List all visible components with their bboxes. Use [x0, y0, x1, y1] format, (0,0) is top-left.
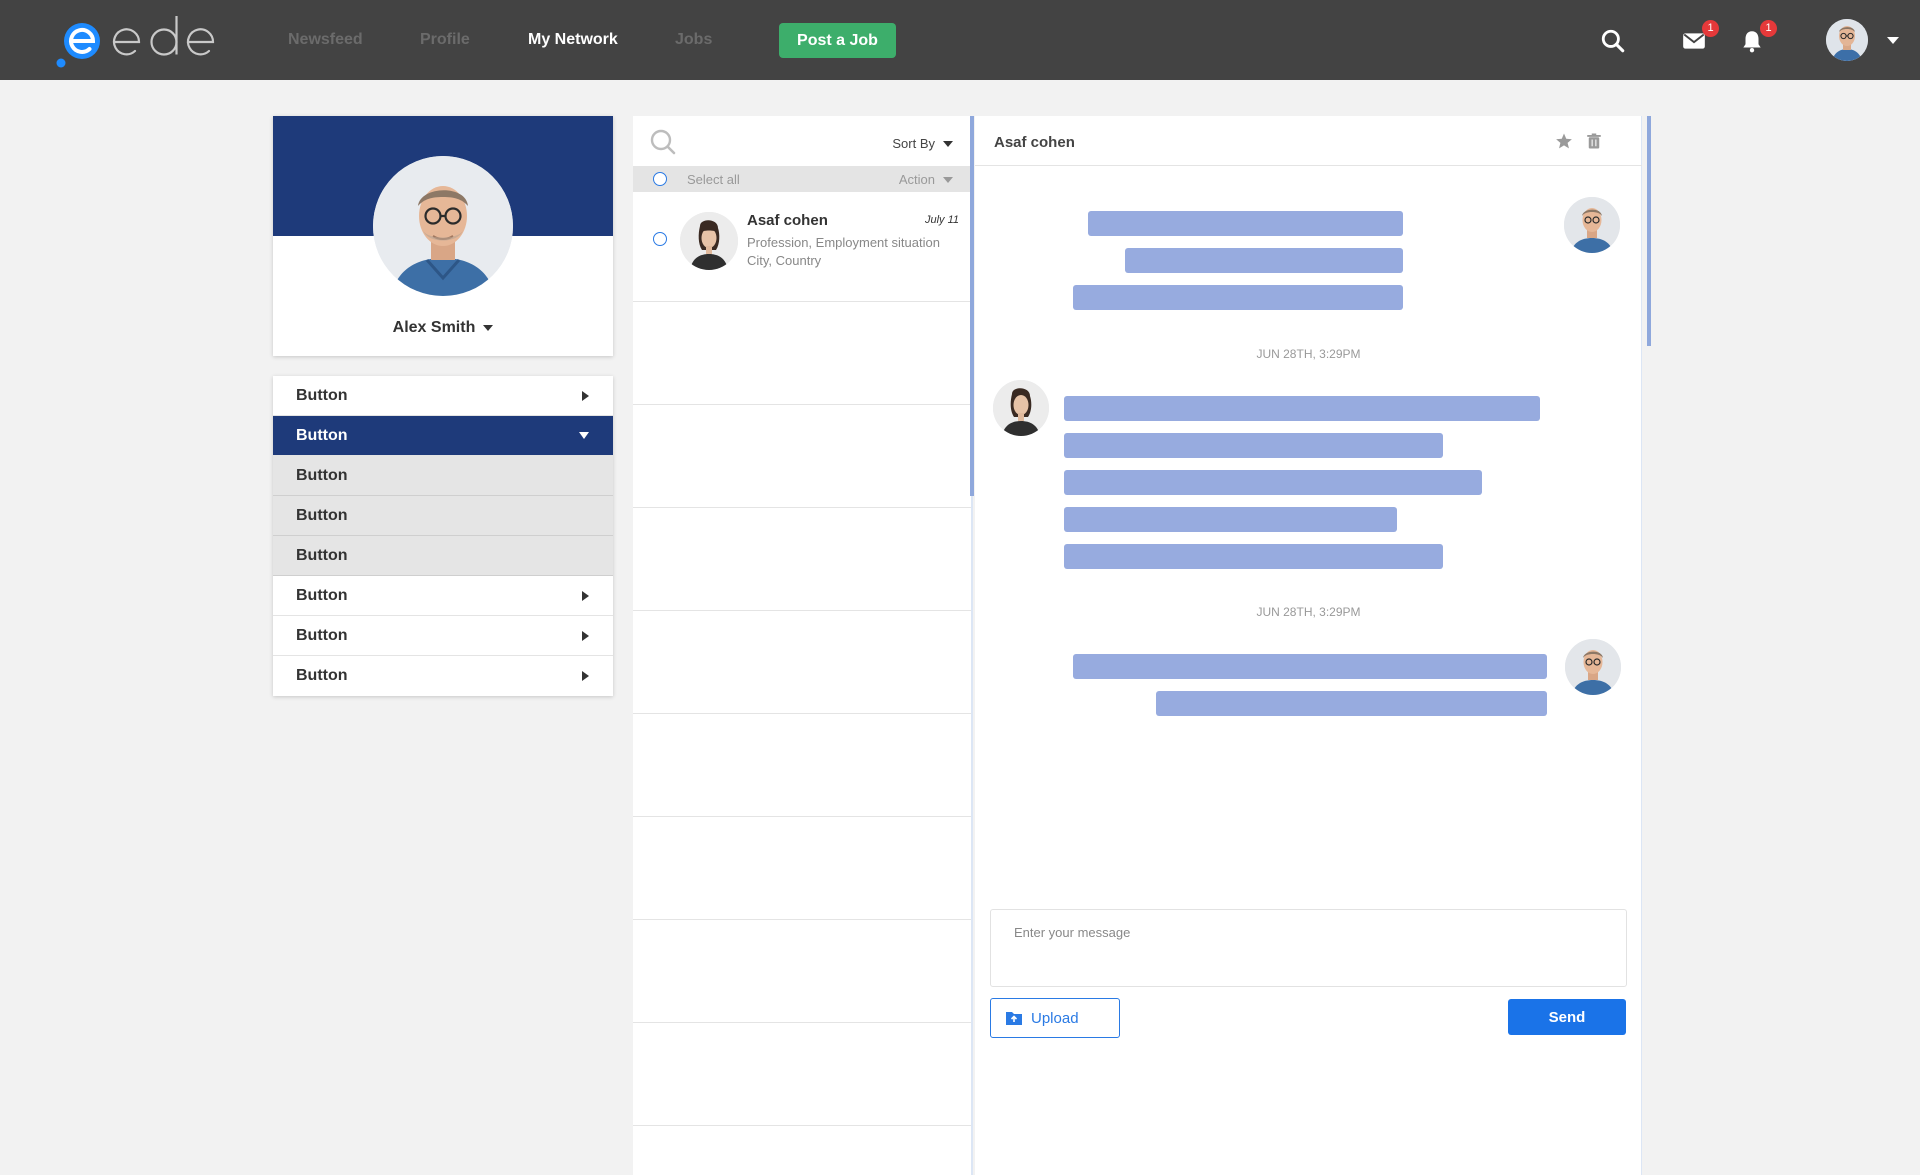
sort-by-dropdown[interactable]: Sort By [892, 136, 953, 151]
profile-name: Alex Smith [392, 319, 476, 336]
chevron-down-icon [579, 432, 589, 439]
empty-conversation-row [633, 817, 971, 920]
user-avatar[interactable] [1826, 19, 1868, 61]
conversation-name: Asaf cohen [747, 212, 828, 229]
message-bubble [1064, 507, 1397, 532]
message-bubble [1156, 691, 1547, 716]
chat-panel: Asaf cohen JUN 28TH, 3:29PM JUN 28TH, 3:… [975, 116, 1642, 1175]
message-bubble [1064, 433, 1443, 458]
sidebar-item[interactable]: Button [273, 616, 613, 656]
sidebar-subitem-label: Button [296, 466, 348, 484]
sidebar-item[interactable]: Button [273, 576, 613, 616]
user-menu-chevron-down-icon[interactable] [1887, 37, 1899, 44]
profile-name-dropdown[interactable]: Alex Smith [273, 319, 613, 337]
message-bubble [1088, 211, 1403, 236]
chevron-right-icon [582, 590, 589, 601]
nav-jobs[interactable]: Jobs [675, 31, 712, 49]
trash-icon[interactable] [1585, 132, 1603, 150]
empty-conversation-row [633, 1023, 971, 1126]
message-timestamp: JUN 28TH, 3:29PM [1256, 605, 1361, 619]
message-bubble [1064, 396, 1540, 421]
conversation-select-radio[interactable] [653, 232, 667, 246]
chat-title: Asaf cohen [994, 134, 1075, 151]
message-bubble [1064, 470, 1482, 495]
bell-icon[interactable]: 1 [1739, 20, 1777, 54]
upload-button[interactable]: Upload [990, 998, 1120, 1038]
conversation-location: City, Country [747, 253, 822, 268]
post-job-button[interactable]: Post a Job [779, 23, 896, 58]
empty-conversation-row [633, 508, 971, 611]
profile-photo [373, 156, 513, 296]
sidebar-subitem-label: Button [296, 506, 348, 524]
chevron-right-icon [582, 630, 589, 641]
sender-avatar [1564, 197, 1620, 253]
action-dropdown[interactable]: Action [899, 172, 953, 187]
upload-label: Upload [1031, 1009, 1079, 1027]
action-label: Action [898, 172, 935, 187]
empty-conversation-row [633, 714, 971, 817]
nav-profile[interactable]: Profile [420, 31, 470, 49]
sidebar-item[interactable]: Button [273, 656, 613, 696]
contact-avatar [680, 212, 738, 270]
select-all-label[interactable]: Select all [687, 172, 740, 187]
sidebar-item-label: Button [296, 667, 348, 684]
profile-card: Alex Smith [273, 116, 613, 356]
select-bar: Select all Action [633, 166, 971, 192]
contact-avatar [993, 380, 1049, 436]
message-bubble [1073, 654, 1547, 679]
sidebar-subitem[interactable]: Button [273, 536, 613, 576]
bell-badge: 1 [1760, 20, 1777, 37]
conversation-list: Sort By Select all Action Asaf cohen Jul… [633, 116, 974, 1175]
search-icon[interactable] [1600, 28, 1626, 54]
message-bubble [1073, 285, 1403, 310]
conversation-list-scrollbar[interactable] [970, 116, 974, 496]
sidebar-subitem-label: Button [296, 546, 348, 564]
sidebar-subitem[interactable]: Button [273, 456, 613, 496]
sender-avatar [1565, 639, 1621, 695]
conversation-item[interactable]: Asaf cohen July 11 Profession, Employmen… [633, 192, 971, 302]
star-icon[interactable] [1555, 132, 1573, 150]
sidebar-item[interactable]: Button [273, 376, 613, 416]
chevron-right-icon [582, 390, 589, 401]
chevron-down-icon [483, 325, 494, 331]
sidebar-item-expanded[interactable]: Button [273, 416, 613, 456]
sort-by-label: Sort By [892, 136, 935, 151]
chat-header: Asaf cohen [975, 116, 1642, 166]
nav-newsfeed[interactable]: Newsfeed [288, 31, 363, 49]
top-navigation-bar: Newsfeed Profile My Network Jobs Post a … [0, 0, 1920, 80]
logo-mark [56, 16, 215, 68]
conversation-subtitle: Profession, Employment situation [747, 235, 940, 250]
profile-avatar[interactable] [373, 156, 513, 296]
empty-conversation-row [633, 302, 971, 405]
select-all-radio[interactable] [653, 172, 667, 186]
empty-conversation-row [633, 405, 971, 508]
message-timestamp: JUN 28TH, 3:29PM [1256, 347, 1361, 361]
message-input[interactable] [990, 909, 1627, 987]
chevron-down-icon [943, 176, 953, 183]
message-bubble [1125, 248, 1403, 273]
mail-badge: 1 [1702, 20, 1719, 37]
sidebar-subitem[interactable]: Button [273, 496, 613, 536]
sidebar-item-label: Button [296, 626, 348, 644]
conversation-date: July 11 [924, 214, 959, 226]
send-button[interactable]: Send [1508, 999, 1626, 1035]
empty-conversation-row [633, 920, 971, 1023]
search-icon[interactable] [649, 128, 677, 156]
nav-my-network[interactable]: My Network [528, 31, 618, 49]
empty-conversation-row [633, 611, 971, 714]
sidebar-item-label: Button [296, 586, 348, 604]
mail-icon[interactable]: 1 [1681, 20, 1719, 54]
sidebar-menu: Button Button Button Button Button Butto… [273, 376, 613, 696]
folder-upload-icon [1006, 1012, 1022, 1025]
chevron-down-icon [943, 140, 953, 147]
message-bubble [1064, 544, 1443, 569]
user-avatar-image [1826, 19, 1868, 61]
chevron-right-icon [582, 671, 589, 681]
edea-logo[interactable] [52, 12, 222, 72]
chat-scrollbar[interactable] [1647, 116, 1651, 346]
sidebar-item-label: Button [296, 426, 348, 444]
sidebar-item-label: Button [296, 386, 348, 404]
